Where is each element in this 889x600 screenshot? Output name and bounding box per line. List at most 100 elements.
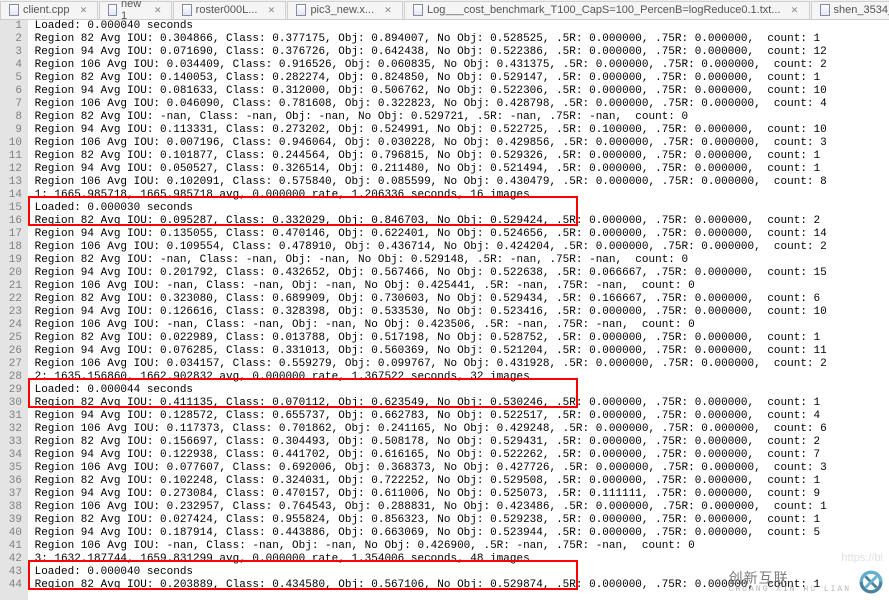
line-number: 9 [4, 124, 22, 137]
tab-new-1[interactable]: new 1 ✕ [99, 1, 171, 19]
code-line[interactable]: Region 106 Avg IOU: -nan, Class: -nan, O… [28, 280, 889, 293]
line-number: 37 [4, 488, 22, 501]
line-number: 2 [4, 33, 22, 46]
line-number: 16 [4, 215, 22, 228]
line-number: 26 [4, 345, 22, 358]
watermark-text: 创新互联 [729, 571, 851, 585]
code-line[interactable]: Region 82 Avg IOU: 0.140053, Class: 0.28… [28, 72, 889, 85]
close-icon[interactable]: ✕ [153, 4, 163, 16]
line-number: 39 [4, 514, 22, 527]
code-line[interactable]: Region 94 Avg IOU: 0.126616, Class: 0.32… [28, 306, 889, 319]
code-line[interactable]: Region 94 Avg IOU: 0.071690, Class: 0.37… [28, 46, 889, 59]
line-number: 7 [4, 98, 22, 111]
line-number: 11 [4, 150, 22, 163]
close-icon[interactable]: ✕ [789, 4, 801, 16]
code-line[interactable]: Region 82 Avg IOU: 0.156697, Class: 0.30… [28, 436, 889, 449]
code-line[interactable]: Region 106 Avg IOU: 0.046090, Class: 0.7… [28, 98, 889, 111]
line-number: 29 [4, 384, 22, 397]
code-line[interactable]: Region 82 Avg IOU: 0.304866, Class: 0.37… [28, 33, 889, 46]
line-number: 23 [4, 306, 22, 319]
tab-pic3-new-x-[interactable]: pic3_new.x...✕ [287, 1, 403, 19]
watermark-subtext: CHUANG XIN HU LIAN [729, 585, 851, 594]
code-line[interactable]: Loaded: 0.000040 seconds [28, 20, 889, 33]
code-line[interactable]: Loaded: 0.000044 seconds [28, 384, 889, 397]
code-line[interactable]: Region 94 Avg IOU: 0.273084, Class: 0.47… [28, 488, 889, 501]
code-line[interactable]: Region 82 Avg IOU: 0.411135, Class: 0.07… [28, 397, 889, 410]
code-line[interactable]: Region 94 Avg IOU: 0.076285, Class: 0.33… [28, 345, 889, 358]
code-line[interactable]: Region 106 Avg IOU: 0.077607, Class: 0.6… [28, 462, 889, 475]
code-line[interactable]: Region 94 Avg IOU: 0.122938, Class: 0.44… [28, 449, 889, 462]
tab-label: roster000L... [196, 4, 258, 16]
line-number: 3 [4, 46, 22, 59]
code-line[interactable]: Region 94 Avg IOU: 0.187914, Class: 0.44… [28, 527, 889, 540]
line-number: 41 [4, 540, 22, 553]
file-icon [820, 4, 830, 16]
code-line[interactable]: Region 82 Avg IOU: -nan, Class: -nan, Ob… [28, 254, 889, 267]
text-content[interactable]: Loaded: 0.000040 seconds Region 82 Avg I… [28, 20, 889, 600]
line-number: 25 [4, 332, 22, 345]
line-number: 13 [4, 176, 22, 189]
tab-label: client.cpp [23, 4, 69, 16]
code-line[interactable]: Region 82 Avg IOU: 0.323080, Class: 0.68… [28, 293, 889, 306]
code-line[interactable]: 3: 1632.187744, 1659.831299 avg, 0.00000… [28, 553, 889, 566]
tab-log-cost-benchmark-t100-caps-100-percenb-logreduce0-1-txt-[interactable]: Log___cost_benchmark_T100_CapS=100_Perce… [404, 1, 809, 19]
tab-label: new 1 [121, 0, 145, 22]
code-line[interactable]: Region 94 Avg IOU: 0.113331, Class: 0.27… [28, 124, 889, 137]
code-line[interactable]: Region 82 Avg IOU: 0.022989, Class: 0.01… [28, 332, 889, 345]
code-line[interactable]: Region 94 Avg IOU: 0.081633, Class: 0.31… [28, 85, 889, 98]
code-line[interactable]: Region 106 Avg IOU: -nan, Class: -nan, O… [28, 540, 889, 553]
line-number: 8 [4, 111, 22, 124]
close-icon[interactable]: ✕ [382, 4, 394, 16]
code-line[interactable]: Region 82 Avg IOU: 0.101877, Class: 0.24… [28, 150, 889, 163]
code-line[interactable]: Region 106 Avg IOU: 0.007196, Class: 0.9… [28, 137, 889, 150]
line-number: 43 [4, 566, 22, 579]
faint-url-text: https://bl [841, 552, 883, 564]
line-number: 42 [4, 553, 22, 566]
watermark-logo-icon [857, 568, 885, 596]
code-line[interactable]: Region 82 Avg IOU: 0.027424, Class: 0.95… [28, 514, 889, 527]
tab-client-cpp[interactable]: client.cpp ✕ [0, 1, 98, 19]
code-line[interactable]: Region 106 Avg IOU: 0.102091, Class: 0.5… [28, 176, 889, 189]
code-line[interactable]: Region 94 Avg IOU: 0.050527, Class: 0.32… [28, 163, 889, 176]
tab-roster000l-[interactable]: roster000L... ✕ [173, 1, 287, 19]
code-line[interactable]: 2: 1635.156860, 1662.902832 avg, 0.00000… [28, 371, 889, 384]
close-icon[interactable]: ✕ [265, 4, 277, 16]
line-number: 12 [4, 163, 22, 176]
editor-area: 1234567891011121314151617181920212223242… [0, 20, 889, 600]
line-number: 6 [4, 85, 22, 98]
code-line[interactable]: Region 106 Avg IOU: 0.117373, Class: 0.7… [28, 423, 889, 436]
code-line[interactable]: Region 82 Avg IOU: -nan, Class: -nan, Ob… [28, 111, 889, 124]
code-line[interactable]: Region 106 Avg IOU: 0.109554, Class: 0.4… [28, 241, 889, 254]
tab-label: Log___cost_benchmark_T100_CapS=100_Perce… [427, 4, 780, 16]
code-line[interactable]: Region 106 Avg IOU: 0.232957, Class: 0.7… [28, 501, 889, 514]
tab-label: shen_3534_train_log.txt... [834, 4, 889, 16]
line-number: 35 [4, 462, 22, 475]
code-line[interactable]: Region 82 Avg IOU: 0.102248, Class: 0.32… [28, 475, 889, 488]
code-line[interactable]: Region 94 Avg IOU: 0.135055, Class: 0.47… [28, 228, 889, 241]
code-line[interactable]: Region 82 Avg IOU: 0.095287, Class: 0.33… [28, 215, 889, 228]
code-line[interactable]: Region 106 Avg IOU: 0.034157, Class: 0.5… [28, 358, 889, 371]
line-number: 4 [4, 59, 22, 72]
tab-bar: client.cpp✕new 1✕roster000L...✕pic3_new.… [0, 0, 889, 20]
line-number-gutter: 1234567891011121314151617181920212223242… [0, 20, 28, 600]
line-number: 10 [4, 137, 22, 150]
line-number: 31 [4, 410, 22, 423]
line-number: 22 [4, 293, 22, 306]
line-number: 17 [4, 228, 22, 241]
line-number: 34 [4, 449, 22, 462]
code-line[interactable]: Region 106 Avg IOU: 0.034409, Class: 0.9… [28, 59, 889, 72]
code-line[interactable]: 1: 1665.985718, 1665.985718 avg, 0.00000… [28, 189, 889, 202]
code-line[interactable]: Region 106 Avg IOU: -nan, Class: -nan, O… [28, 319, 889, 332]
line-number: 15 [4, 202, 22, 215]
line-number: 5 [4, 72, 22, 85]
code-line[interactable]: Loaded: 0.000030 seconds [28, 202, 889, 215]
file-icon [413, 4, 423, 16]
tab-shen-3534-train-log-txt-[interactable]: shen_3534_train_log.txt...✕ [811, 1, 889, 19]
line-number: 44 [4, 579, 22, 592]
line-number: 32 [4, 423, 22, 436]
file-icon [182, 4, 192, 16]
code-line[interactable]: Region 94 Avg IOU: 0.128572, Class: 0.65… [28, 410, 889, 423]
code-line[interactable]: Region 94 Avg IOU: 0.201792, Class: 0.43… [28, 267, 889, 280]
close-icon[interactable]: ✕ [77, 4, 89, 16]
file-icon [108, 4, 117, 16]
